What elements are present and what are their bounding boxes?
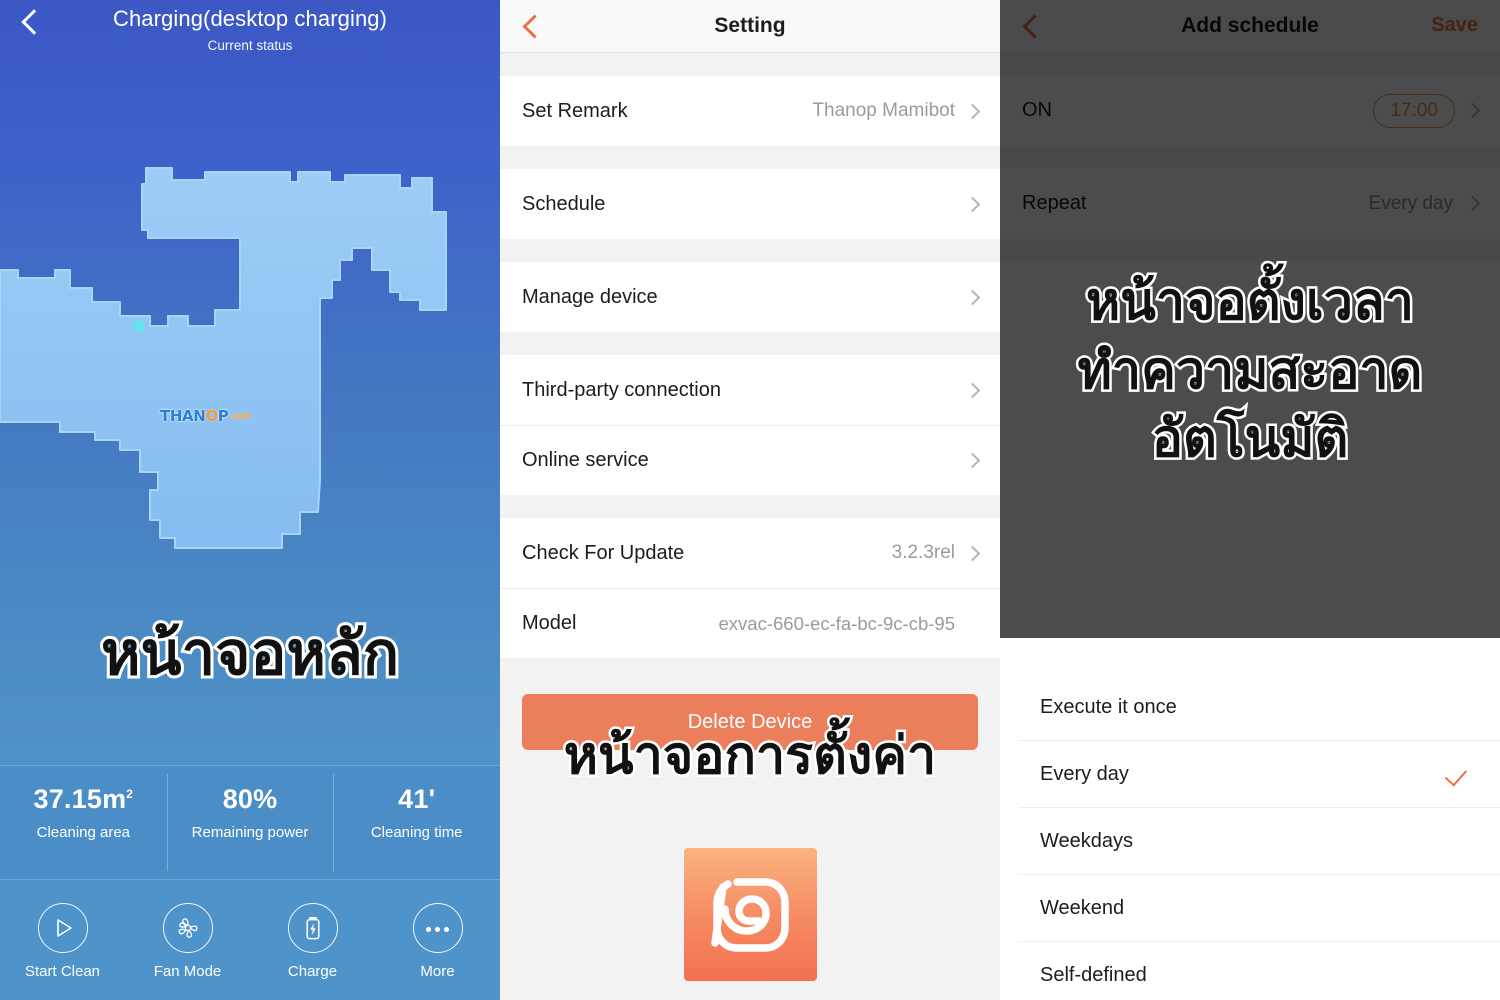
stat-remaining-power: 80% Remaining power bbox=[166, 766, 334, 879]
settings-row-manage-device[interactable]: Manage device bbox=[500, 262, 1000, 332]
thanop-watermark: THAN O P .com bbox=[160, 405, 270, 427]
stat-number: 37.15m bbox=[33, 784, 127, 814]
cleaning-map[interactable] bbox=[0, 120, 500, 620]
fan-mode-button[interactable]: Fan Mode bbox=[125, 881, 250, 1000]
row-value: Thanop Mamibot bbox=[812, 100, 955, 121]
settings-thai-caption: หน้าจอการตั้งค่า bbox=[561, 725, 938, 787]
thai-caption-line: หน้าจอตั้งเวลา bbox=[1084, 270, 1417, 335]
option-label: Weekdays bbox=[1040, 830, 1134, 852]
settings-row-schedule[interactable]: Schedule bbox=[500, 169, 1000, 239]
home-thai-caption: หน้าจอหลัก bbox=[98, 617, 402, 692]
row-label: Third-party connection bbox=[522, 378, 721, 401]
row-label: Schedule bbox=[522, 192, 606, 215]
page-subtitle: Current status bbox=[207, 38, 293, 53]
robot-position-dot bbox=[133, 320, 145, 332]
start-clean-button[interactable]: Start Clean bbox=[0, 881, 125, 1000]
fan-icon bbox=[162, 903, 213, 953]
option-execute-it-once[interactable]: Execute it once bbox=[1018, 674, 1500, 741]
chevron-right-icon bbox=[964, 103, 981, 119]
stat-label: Cleaning time bbox=[370, 824, 463, 841]
play-icon bbox=[37, 903, 88, 953]
charge-button[interactable]: Charge bbox=[250, 881, 375, 1000]
page-title: Charging(desktop charging) bbox=[112, 6, 388, 31]
more-button[interactable]: More bbox=[375, 881, 500, 1000]
toolbar-label: Start Clean bbox=[24, 963, 101, 980]
chevron-right-icon bbox=[964, 196, 981, 212]
option-label: Every day bbox=[1040, 763, 1129, 785]
mamibot-app-icon bbox=[684, 848, 817, 981]
settings-screen-panel: Setting Set Remark Thanop Mamibot Schedu… bbox=[500, 0, 1000, 1000]
stats-bar: 37.15m2 Cleaning area 80% Remaining powe… bbox=[0, 765, 500, 880]
section-gap bbox=[500, 53, 1000, 76]
chevron-right-icon bbox=[964, 382, 981, 398]
app-logo-swirl-icon bbox=[710, 877, 789, 952]
checkmark-icon bbox=[1444, 763, 1468, 786]
settings-row-check-for-update[interactable]: Check For Update 3.2.3rel bbox=[500, 518, 1000, 588]
battery-charging-icon bbox=[287, 903, 338, 953]
stat-value: 41' bbox=[398, 784, 436, 814]
toolbar-label: Charge bbox=[287, 963, 338, 980]
chevron-right-icon bbox=[964, 289, 981, 305]
row-label: Manage device bbox=[522, 285, 658, 308]
option-label: Self-defined bbox=[1040, 964, 1147, 986]
toolbar-label: Fan Mode bbox=[153, 963, 222, 980]
option-weekdays[interactable]: Weekdays bbox=[1018, 808, 1500, 875]
map-svg bbox=[0, 167, 447, 549]
chevron-right-icon bbox=[964, 545, 981, 561]
repeat-options-sheet: Execute it once Every day Weekdays Weeke… bbox=[1000, 638, 1500, 1000]
row-label: Online service bbox=[522, 449, 649, 471]
watermark-part1: THAN bbox=[160, 407, 206, 425]
thai-caption-line: ทำความสะอาด bbox=[1075, 338, 1425, 403]
option-every-day[interactable]: Every day bbox=[1018, 741, 1500, 808]
option-label: Execute it once bbox=[1040, 696, 1177, 718]
watermark-part2: O bbox=[205, 407, 218, 425]
watermark-part4: .com bbox=[229, 410, 252, 422]
ellipsis-icon bbox=[412, 903, 463, 953]
stat-cleaning-time: 41' Cleaning time bbox=[333, 766, 500, 879]
add-schedule-screen-panel: Add schedule Save ON 17:00 Repeat Every … bbox=[1000, 0, 1500, 1000]
chevron-right-icon bbox=[964, 452, 981, 469]
option-weekend[interactable]: Weekend bbox=[1018, 875, 1500, 942]
thai-caption-line: อัตโนมัติ bbox=[1149, 407, 1351, 472]
settings-row-model: Model exvac-660-ec-fa-bc-9c-cb-95 bbox=[500, 588, 1000, 658]
row-value: exvac-660-ec-fa-bc-9c-cb-95 bbox=[718, 612, 955, 634]
settings-row-online-service[interactable]: Online service bbox=[500, 425, 1000, 495]
home-toolbar: Start Clean Fan Mode Charge More bbox=[0, 881, 500, 1000]
back-chevron-icon[interactable] bbox=[518, 13, 544, 39]
stat-cleaning-area: 37.15m2 Cleaning area bbox=[0, 766, 167, 879]
page-title: Setting bbox=[714, 14, 786, 37]
watermark-part3: P bbox=[217, 407, 229, 425]
settings-header: Setting bbox=[500, 0, 1000, 53]
option-self-defined[interactable]: Self-defined bbox=[1018, 942, 1500, 1000]
section-gap bbox=[500, 146, 1000, 169]
home-screen-panel: Charging(desktop charging) Current statu… bbox=[0, 0, 500, 1000]
ellipsis-dots bbox=[423, 919, 451, 937]
settings-row-set-remark[interactable]: Set Remark Thanop Mamibot bbox=[500, 76, 1000, 146]
row-label: Model bbox=[522, 612, 577, 634]
option-label: Weekend bbox=[1040, 897, 1125, 919]
stat-label: Remaining power bbox=[191, 824, 309, 841]
section-gap bbox=[500, 495, 1000, 518]
schedule-top-section: Add schedule Save ON 17:00 Repeat Every … bbox=[1000, 0, 1500, 638]
settings-row-third-party-connection[interactable]: Third-party connection bbox=[500, 355, 1000, 425]
row-value: 3.2.3rel bbox=[891, 542, 955, 563]
toolbar-label: More bbox=[420, 963, 455, 980]
stat-label: Cleaning area bbox=[36, 824, 131, 841]
home-header: Charging(desktop charging) Current statu… bbox=[0, 0, 500, 130]
stat-value: 80% bbox=[222, 784, 278, 814]
section-gap bbox=[500, 239, 1000, 262]
row-label: Set Remark bbox=[522, 99, 628, 122]
schedule-thai-caption: หน้าจอตั้งเวลา ทำความสะอาด อัตโนมัติ bbox=[1000, 268, 1500, 474]
stat-value: 37.15m2 bbox=[0, 784, 167, 815]
section-gap bbox=[500, 332, 1000, 355]
stat-superscript: 2 bbox=[126, 787, 134, 801]
row-label: Check For Update bbox=[522, 541, 685, 564]
